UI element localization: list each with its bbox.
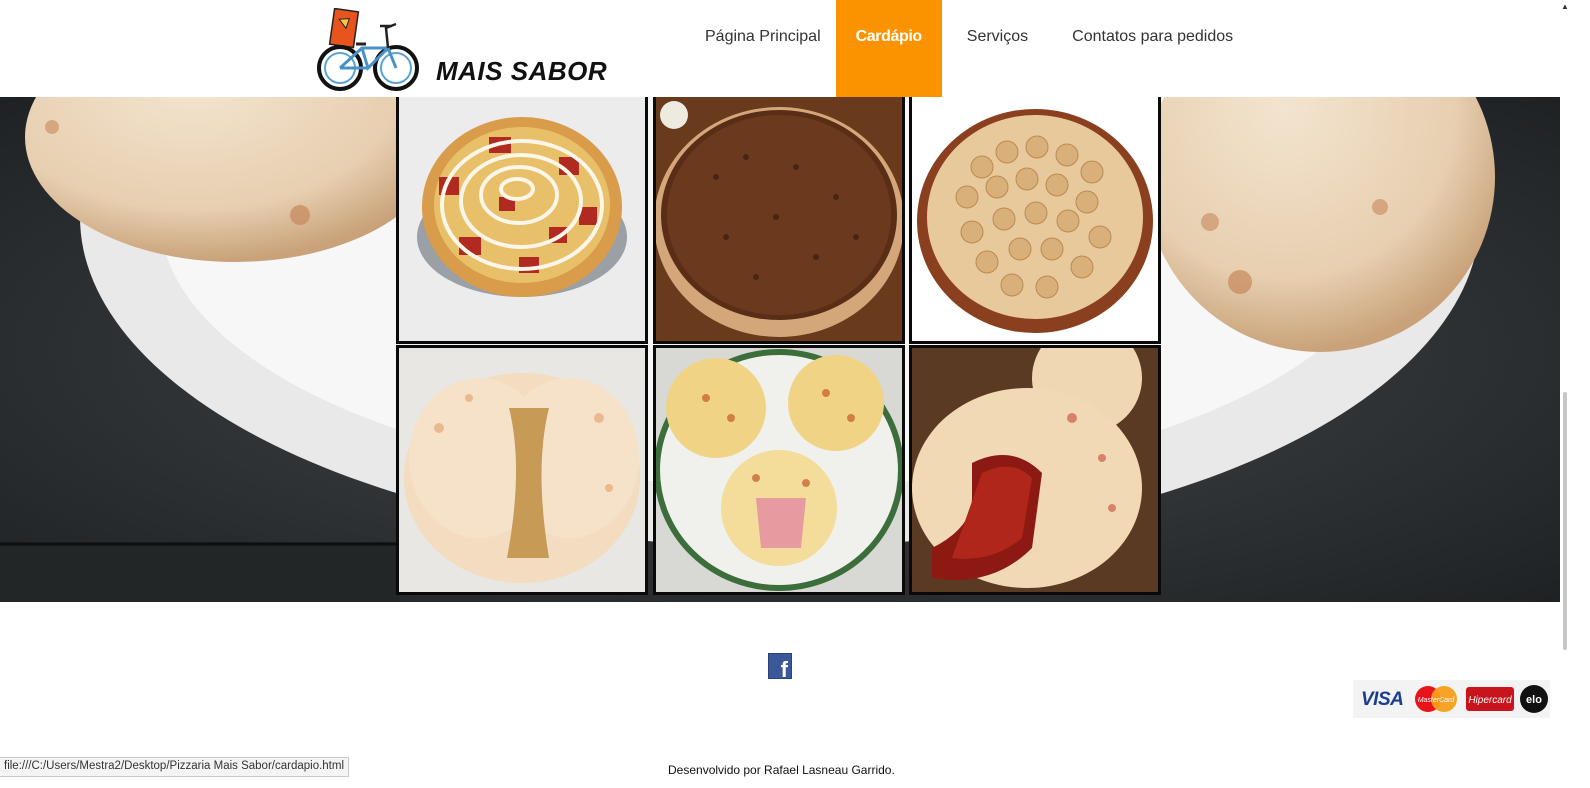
nav-item-contatos[interactable]: Contatos para pedidos [1057, 0, 1248, 97]
nav-item-pagina-principal[interactable]: Página Principal [690, 0, 836, 97]
mastercard-logo: MasterCard [1415, 686, 1457, 712]
pao-frango-image [399, 348, 645, 592]
site-header: MAIS SABOR Página Principal Cardápio Ser… [0, 0, 1560, 97]
logo[interactable]: MAIS SABOR [316, 8, 608, 96]
gallery-item-pao-frango[interactable] [396, 345, 648, 595]
pao-presunto-image [656, 348, 902, 592]
pao-goiabada-image [912, 348, 1158, 592]
hero-section [0, 97, 1560, 602]
scrollbar-thumb[interactable] [1563, 392, 1567, 650]
bicycle-pizza-delivery-icon [317, 8, 419, 91]
svg-text:MasterCard: MasterCard [1418, 697, 1456, 704]
facebook-icon[interactable]: f [768, 653, 792, 681]
pizza-chocolate-image [656, 97, 902, 341]
menu-gallery [396, 97, 1164, 598]
hipercard-logo: Hipercard [1466, 687, 1514, 711]
payment-cards-banner: VISA MasterCard Hipercard elo [1353, 680, 1550, 718]
pizza-calabresa-image [399, 97, 645, 341]
browser-status-url: file:///C:/Users/Mestra2/Desktop/Pizzari… [0, 757, 350, 777]
gallery-item-pao-presunto[interactable] [653, 345, 905, 595]
developer-credit: Desenvolvido por Rafael Lasneau Garrido. [668, 763, 895, 777]
main-nav: Página Principal Cardápio Serviços Conta… [690, 0, 1248, 97]
scroll-up-arrow-icon[interactable]: ▲ [1561, 2, 1569, 11]
elo-logo: elo [1520, 685, 1548, 713]
pizza-banana-image [912, 97, 1158, 341]
nav-item-servicos[interactable]: Serviços [952, 0, 1043, 97]
gallery-item-pao-goiabada[interactable] [909, 345, 1161, 595]
svg-text:Hipercard: Hipercard [1468, 695, 1512, 706]
gallery-item-pizza-banana[interactable] [909, 97, 1161, 344]
nav-item-cardapio[interactable]: Cardápio [835, 0, 942, 97]
gallery-item-pizza-chocolate[interactable] [653, 97, 905, 344]
svg-text:elo: elo [1526, 694, 1542, 706]
visa-logo: VISA [1361, 689, 1404, 710]
brand-name: MAIS SABOR [436, 56, 608, 86]
gallery-item-pizza-calabresa[interactable] [396, 97, 648, 344]
